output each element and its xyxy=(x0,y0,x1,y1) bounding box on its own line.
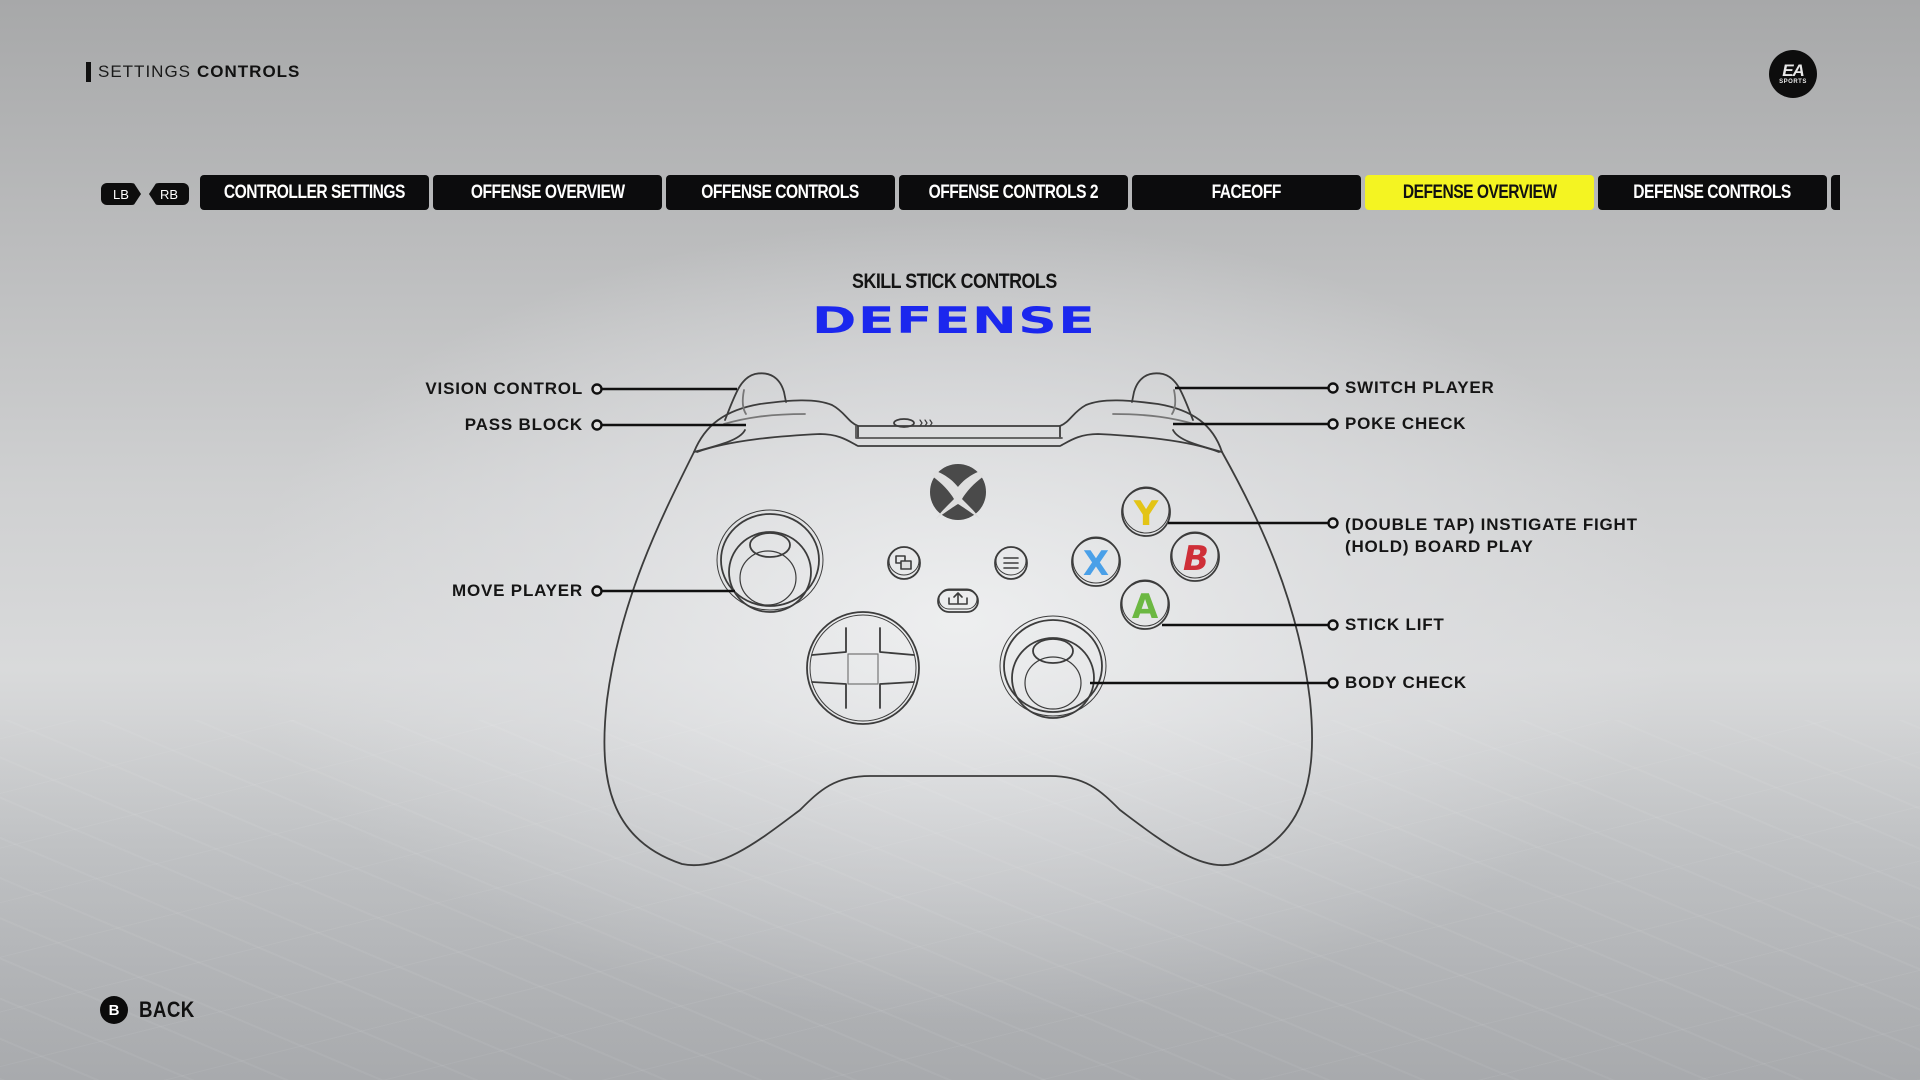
view-button xyxy=(887,546,921,580)
x-button-glyph: X xyxy=(1083,544,1109,584)
dpad xyxy=(806,611,920,725)
left-trigger-outline xyxy=(724,372,787,421)
back-label: BACK xyxy=(139,997,205,1023)
callout-dot xyxy=(591,383,603,395)
xbox-logo-icon xyxy=(930,464,986,520)
callout-stick-lift: STICK LIFT xyxy=(1345,615,1445,634)
left-bumper-outline xyxy=(693,399,1223,453)
callout-dot xyxy=(591,585,603,597)
back-button[interactable]: B BACK xyxy=(100,996,205,1024)
left-stick xyxy=(716,509,824,613)
y-button-glyph: Y xyxy=(1133,494,1159,534)
callout-dot xyxy=(1327,517,1339,529)
callout-instigate-fight: (DOUBLE TAP) INSTIGATE FIGHT xyxy=(1345,515,1638,534)
callout-dot xyxy=(1327,619,1339,631)
callout-move-player: MOVE PLAYER xyxy=(452,581,583,600)
right-trigger-outline xyxy=(1131,372,1194,421)
callout-dot xyxy=(591,419,603,431)
right-stick xyxy=(999,615,1107,719)
b-button-icon: B xyxy=(100,996,128,1024)
b-button-glyph: B xyxy=(1183,539,1209,579)
menu-button xyxy=(994,546,1028,580)
callout-vision-control: VISION CONTROL xyxy=(425,379,583,398)
a-button-glyph: A xyxy=(1132,587,1159,627)
callout-pass-block: PASS BLOCK xyxy=(464,415,583,434)
back-label-text: BACK xyxy=(139,997,195,1022)
callout-board-play: (HOLD) BOARD PLAY xyxy=(1345,537,1534,556)
callout-switch-player: SWITCH PLAYER xyxy=(1345,378,1495,397)
share-button xyxy=(937,588,979,613)
callout-body-check: BODY CHECK xyxy=(1345,673,1467,692)
callout-dot xyxy=(1327,382,1339,394)
callout-dot xyxy=(1327,677,1339,689)
callout-dot xyxy=(1327,418,1339,430)
controller-diagram: Y X B A xyxy=(591,372,1339,867)
callout-poke-check: POKE CHECK xyxy=(1345,414,1467,433)
